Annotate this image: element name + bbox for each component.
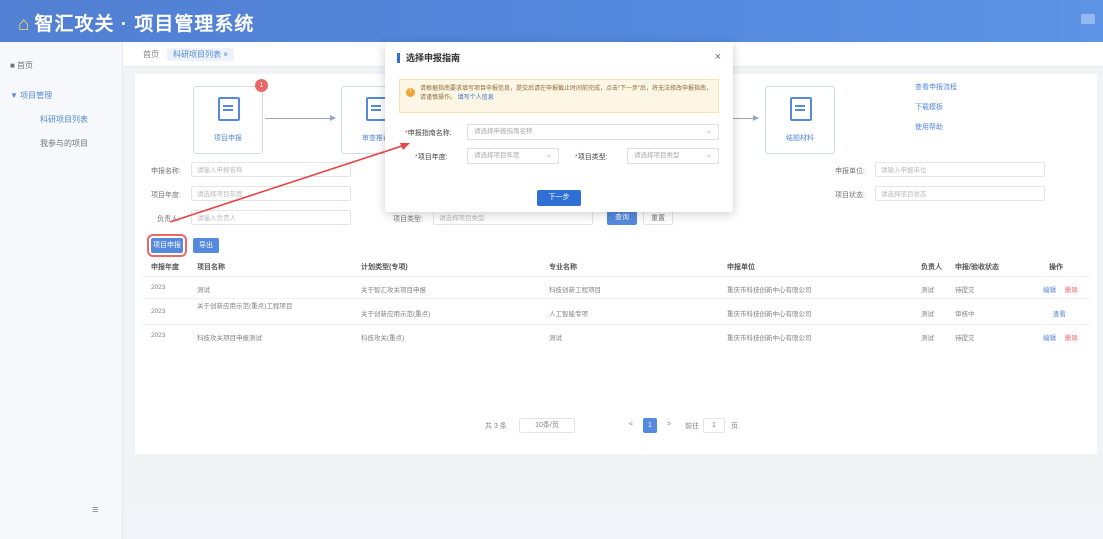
year-select[interactable]: 请选择项目年度 ⌄	[467, 148, 559, 164]
guide-name-label: *申报指南名称:	[405, 130, 452, 137]
year-placeholder: 请选择项目年度	[474, 152, 520, 159]
guide-name-label-text: 申报指南名称:	[407, 130, 452, 137]
guide-name-select[interactable]: 请选择申报指南名称 ⌄	[467, 124, 719, 140]
chevron-down-icon: ⌄	[546, 152, 552, 159]
close-icon[interactable]: ×	[715, 51, 721, 63]
dialog-notice: ! 请根据指南要求填写项目申报信息，提交后请在申报截止时间前完成，点击“下一步”…	[399, 79, 719, 113]
warning-icon: !	[406, 88, 415, 97]
guide-name-placeholder: 请选择申报指南名称	[474, 128, 533, 135]
chevron-down-icon: ⌄	[706, 152, 712, 159]
type-placeholder: 请选择项目类型	[634, 152, 680, 159]
type-select[interactable]: 请选择项目类型 ⌄	[627, 148, 719, 164]
year-label-text: 项目年度:	[417, 154, 448, 161]
type-label-text: 项目类型:	[577, 154, 608, 161]
personal-info-link[interactable]: 填写个人信息	[458, 95, 494, 101]
next-step-button[interactable]: 下一步	[537, 190, 581, 206]
dialog-title: 选择申报指南	[397, 53, 460, 63]
year-label: *项目年度:	[415, 154, 448, 161]
chevron-down-icon: ⌄	[706, 128, 712, 135]
select-guide-dialog: 选择申报指南 × ! 请根据指南要求填写项目申报信息，提交后请在申报截止时间前完…	[385, 42, 733, 212]
type-label: *项目类型:	[575, 154, 608, 161]
